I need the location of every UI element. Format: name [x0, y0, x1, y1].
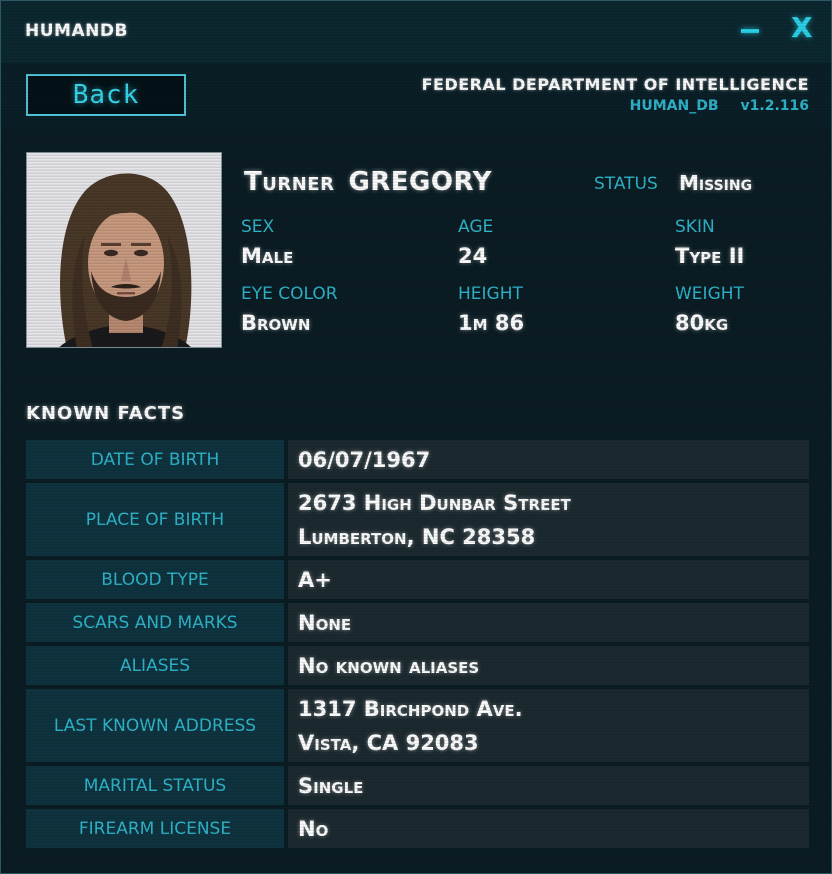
- fact-value: No known aliases: [288, 646, 809, 685]
- height-value: 1m 86: [458, 311, 525, 335]
- fact-value-line: No known aliases: [298, 653, 480, 678]
- skin-label: SKIN: [675, 217, 715, 237]
- fact-label: DATE OF BIRTH: [26, 440, 284, 479]
- fact-row-aliases: ALIASES No known aliases: [26, 646, 809, 685]
- fact-value: No: [288, 809, 809, 848]
- fact-row-firearm-license: FIREARM LICENSE No: [26, 809, 809, 848]
- minimize-button[interactable]: [739, 11, 763, 47]
- sex-label: SEX: [241, 217, 275, 237]
- facts-table: DATE OF BIRTH 06/07/1967 PLACE OF BIRTH …: [26, 440, 809, 852]
- fact-label: BLOOD TYPE: [26, 560, 284, 599]
- fact-value-line: None: [298, 610, 352, 635]
- fact-row-dob: DATE OF BIRTH 06/07/1967: [26, 440, 809, 479]
- status-value: Missing: [679, 171, 753, 195]
- portrait-image: [27, 153, 221, 347]
- fact-row-last-address: LAST KNOWN ADDRESS 1317 Birchpond Ave. V…: [26, 689, 809, 762]
- fact-value: A+: [288, 560, 809, 599]
- person-name: Turner GREGORY: [244, 167, 492, 197]
- fact-label: MARITAL STATUS: [26, 766, 284, 805]
- db-info: HUMAN_DB v1.2.116: [422, 98, 809, 114]
- version-label: v1.2.116: [740, 98, 809, 114]
- fact-value-line: 2673 High Dunbar Street: [298, 490, 571, 515]
- fact-value-line: 06/07/1967: [298, 447, 431, 472]
- back-button[interactable]: Back: [26, 74, 186, 116]
- fact-label: SCARS AND MARKS: [26, 603, 284, 642]
- fact-value: None: [288, 603, 809, 642]
- fact-value: 1317 Birchpond Ave. Vista, CA 92083: [288, 689, 809, 762]
- weight-label: WEIGHT: [675, 284, 744, 304]
- fact-value-line: No: [298, 816, 329, 841]
- eye-color-value: Brown: [241, 311, 311, 335]
- fact-label: LAST KNOWN ADDRESS: [26, 689, 284, 762]
- skin-value: Type II: [675, 244, 745, 268]
- age-label: AGE: [458, 217, 494, 237]
- fact-row-scars: SCARS AND MARKS None: [26, 603, 809, 642]
- age-value: 24: [458, 244, 488, 268]
- fact-value: 2673 High Dunbar Street Lumberton, NC 28…: [288, 483, 809, 556]
- last-name: GREGORY: [348, 167, 492, 197]
- agency-block: FEDERAL DEPARTMENT OF INTELLIGENCE HUMAN…: [422, 75, 809, 114]
- status-label: STATUS: [594, 174, 658, 194]
- weight-value: 80kg: [675, 311, 729, 335]
- humandb-window: HUMANDB X Back FEDERAL DEPARTMENT OF INT…: [0, 0, 832, 874]
- profile-content: Turner GREGORY STATUS Missing SEX Male AG…: [1, 127, 831, 873]
- eye-color-label: EYE COLOR: [241, 284, 338, 304]
- fact-row-place-of-birth: PLACE OF BIRTH 2673 High Dunbar Street L…: [26, 483, 809, 556]
- profile-photo: [26, 152, 222, 348]
- sex-value: Male: [241, 244, 294, 268]
- header: Back FEDERAL DEPARTMENT OF INTELLIGENCE …: [1, 63, 831, 127]
- fact-row-marital-status: MARITAL STATUS Single: [26, 766, 809, 805]
- close-button[interactable]: X: [791, 11, 813, 44]
- fact-label: ALIASES: [26, 646, 284, 685]
- fact-value: Single: [288, 766, 809, 805]
- minimize-icon: [741, 29, 759, 33]
- fact-value-line: Single: [298, 773, 364, 798]
- db-name: HUMAN_DB: [629, 98, 719, 114]
- fact-label: PLACE OF BIRTH: [26, 483, 284, 556]
- app-title: HUMANDB: [25, 21, 128, 41]
- fact-row-blood-type: BLOOD TYPE A+: [26, 560, 809, 599]
- fact-label: FIREARM LICENSE: [26, 809, 284, 848]
- fact-value-line: A+: [298, 567, 332, 592]
- height-label: HEIGHT: [458, 284, 523, 304]
- first-name: Turner: [244, 167, 335, 197]
- title-bar[interactable]: HUMANDB X: [1, 1, 831, 63]
- fact-value-line: Lumberton, NC 28358: [298, 524, 536, 549]
- agency-name: FEDERAL DEPARTMENT OF INTELLIGENCE: [421, 75, 809, 94]
- fact-value-line: 1317 Birchpond Ave.: [298, 696, 523, 721]
- fact-value: 06/07/1967: [288, 440, 809, 479]
- known-facts-title: KNOWN FACTS: [26, 403, 186, 424]
- fact-value-line: Vista, CA 92083: [298, 730, 479, 755]
